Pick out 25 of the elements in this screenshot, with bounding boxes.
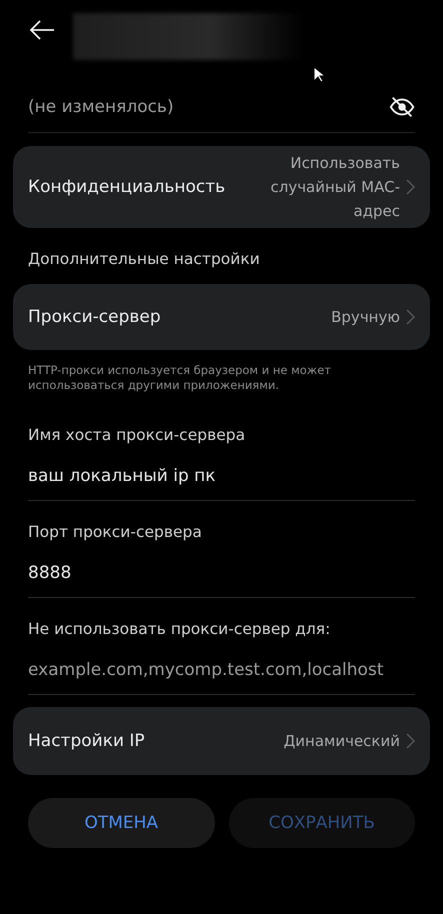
chevron-icon xyxy=(406,179,415,195)
text-field[interactable]: 8888 xyxy=(28,563,415,583)
text-field[interactable]: example.com,mycomp.test.com,localhost xyxy=(28,660,415,680)
setting-label: Настройки IP xyxy=(28,731,145,751)
ip-setting[interactable]: Настройки IP Динамический xyxy=(13,707,430,775)
field-label: Имя хоста прокси-сервера xyxy=(28,426,246,444)
mouse-pointer-icon xyxy=(313,66,325,83)
chevron-icon xyxy=(406,733,415,749)
setting-value: Динамический xyxy=(284,731,400,752)
proxy-hint: HTTP-прокси используется браузером и не может использоваться другими приложениями. xyxy=(28,363,332,393)
password-field[interactable]: (не изменялось) xyxy=(28,97,389,117)
field-label: Порт прокси-сервера xyxy=(28,523,203,541)
eye-off-icon[interactable] xyxy=(388,95,415,119)
setting-value: Использовать случайный MAC-адрес xyxy=(269,153,400,222)
text-field[interactable]: ваш локальный ip пк xyxy=(28,466,415,486)
proxy-setting[interactable]: Прокси-сервер Вручную xyxy=(13,284,430,350)
setting-value: Вручную xyxy=(331,307,400,328)
chevron-icon xyxy=(406,309,415,325)
privacy-setting[interactable]: Конфиденциальность Использовать случайный MAC-адрес xyxy=(13,146,430,228)
setting-label: Прокси-сервер xyxy=(28,307,161,327)
setting-label: Конфиденциальность xyxy=(28,177,226,197)
back-arrow-icon[interactable] xyxy=(29,20,55,40)
section-title: Дополнительные настройки xyxy=(28,250,261,268)
field-label: Не использовать прокси-сервер для: xyxy=(28,620,332,638)
cancel-button[interactable]: ОТМЕНА xyxy=(28,798,214,848)
